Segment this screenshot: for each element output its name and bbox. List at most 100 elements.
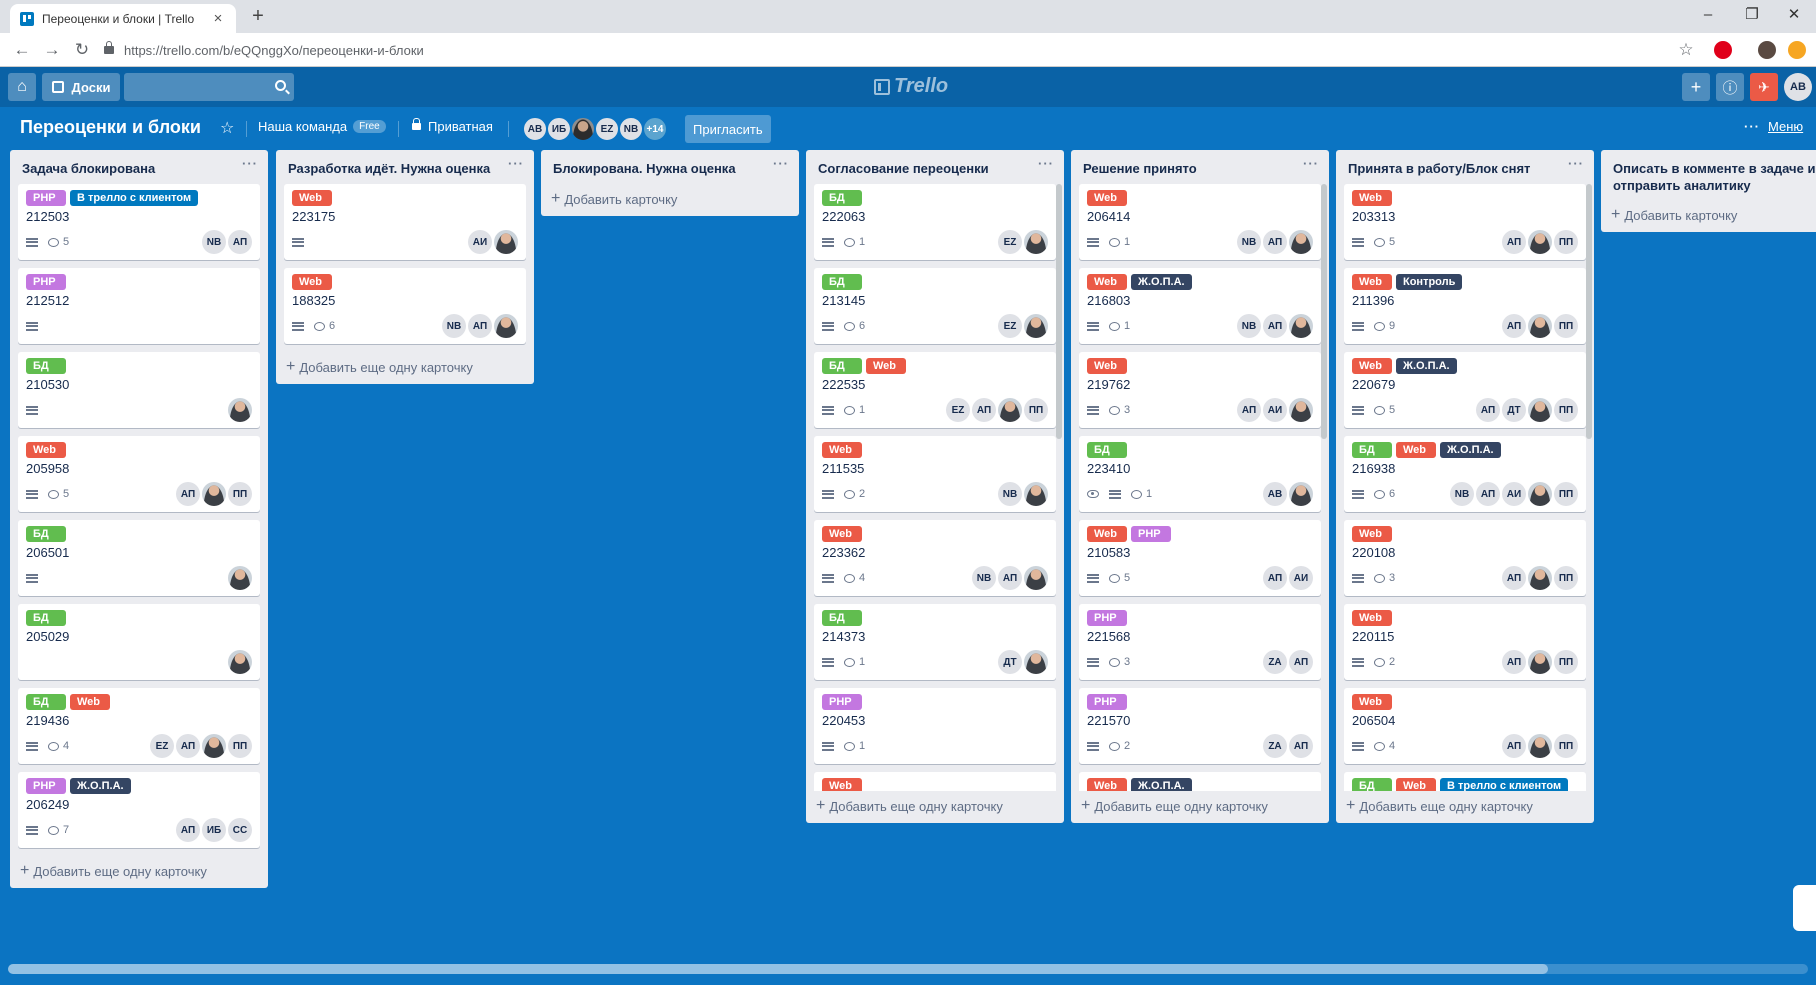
teamviewer-widget[interactable] [1793, 885, 1816, 931]
member-avatar[interactable]: АП [1237, 398, 1261, 422]
list-scrollbar[interactable] [1321, 184, 1327, 439]
member-avatar-photo[interactable] [1024, 650, 1048, 674]
member-avatar-photo[interactable] [1024, 314, 1048, 338]
member-avatar-photo[interactable] [1528, 650, 1552, 674]
card[interactable]: Web 205958 5 АП ПП [18, 436, 260, 512]
card[interactable]: Web2115317АПАИ [814, 772, 1056, 791]
restore-button[interactable]: ❐ [1730, 2, 1774, 28]
board-scrollbar[interactable] [8, 964, 1808, 974]
card[interactable]: Web 223175 АИ [284, 184, 526, 260]
member-avatar[interactable]: ПП [1554, 482, 1578, 506]
member-avatar-photo[interactable] [1289, 230, 1313, 254]
scrollbar-thumb[interactable] [8, 964, 1548, 974]
member-avatar[interactable]: АП [1502, 314, 1526, 338]
card[interactable]: PHP Ж.О.П.А. 206249 7 АП ИБ СС [18, 772, 260, 848]
member-avatar[interactable]: ZA [1263, 734, 1287, 758]
member-avatar[interactable]: АП [1476, 482, 1500, 506]
member-avatar[interactable]: АП [1263, 566, 1287, 590]
member-avatar[interactable]: AB [522, 116, 548, 142]
card[interactable]: Web 219762 3 АП АИ [1079, 352, 1321, 428]
member-avatar[interactable]: АП [1289, 650, 1313, 674]
member-avatar[interactable]: NB [618, 116, 644, 142]
member-avatar-photo[interactable] [494, 314, 518, 338]
list-title[interactable]: Решение принято [1071, 150, 1329, 184]
member-avatar[interactable]: АП [468, 314, 492, 338]
member-avatar-photo[interactable] [1024, 566, 1048, 590]
member-avatar-photo[interactable] [1289, 482, 1313, 506]
card[interactable]: БД 214373 1 ДТ [814, 604, 1056, 680]
board-title[interactable]: Переоценки и блоки [20, 117, 201, 138]
member-avatar[interactable]: АП [972, 398, 996, 422]
member-avatar[interactable]: NB [1237, 230, 1261, 254]
card[interactable]: Web 206504 4 АП ПП [1344, 688, 1586, 764]
member-avatar[interactable]: ПП [1554, 566, 1578, 590]
new-tab-button[interactable]: + [246, 4, 270, 28]
list-title[interactable]: Принята в работу/Блок снят [1336, 150, 1594, 184]
add-card-button[interactable]: + Добавить еще одну карточку [1336, 791, 1594, 823]
card[interactable]: Web 203313 5 АП ПП [1344, 184, 1586, 260]
reload-icon[interactable]: ↻ [70, 38, 94, 62]
card[interactable]: Web 211535 2 NB [814, 436, 1056, 512]
add-card-button[interactable]: + Добавить еще одну карточку [1071, 791, 1329, 823]
list[interactable]: Задача блокирована ··· PHP В трелло с клиен… [10, 150, 268, 888]
member-avatar[interactable]: АИ [1263, 398, 1287, 422]
card[interactable]: БД 213145 6 EZ [814, 268, 1056, 344]
card[interactable]: PHP 221568 3 ZA АП [1079, 604, 1321, 680]
member-avatar-photo[interactable] [202, 734, 226, 758]
card[interactable]: Web 206414 1 NB АП [1079, 184, 1321, 260]
card[interactable]: БДWebВ трелло с клиентом1595004АПППРХ [1344, 772, 1586, 791]
add-card-button[interactable]: + Добавить еще одну карточку [276, 352, 534, 384]
close-window-button[interactable]: ✕ [1772, 2, 1816, 28]
member-avatar[interactable]: АП [1502, 566, 1526, 590]
member-avatar[interactable]: АП [1502, 230, 1526, 254]
member-avatar[interactable]: АП [1289, 734, 1313, 758]
member-avatar[interactable]: NB [1450, 482, 1474, 506]
list-scrollbar[interactable] [1586, 184, 1592, 439]
home-icon[interactable]: ⌂ [8, 73, 36, 101]
back-arrow-icon[interactable]: ← [10, 38, 34, 62]
list-menu-icon[interactable]: ··· [773, 156, 789, 171]
list-title[interactable]: Блокирована. Нужна оценка [541, 150, 799, 184]
member-avatar[interactable]: АП [1263, 314, 1287, 338]
member-avatar[interactable]: ПП [1024, 398, 1048, 422]
card[interactable]: БД 205029 [18, 604, 260, 680]
invite-button[interactable]: Пригласить [685, 115, 771, 143]
member-avatar-photo[interactable] [1528, 734, 1552, 758]
card[interactable]: Web Ж.О.П.А. 216803 1 NB АП [1079, 268, 1321, 344]
card[interactable]: Web 220115 2 АП ПП [1344, 604, 1586, 680]
member-avatar[interactable]: NB [972, 566, 996, 590]
member-avatar[interactable]: ДТ [1502, 398, 1526, 422]
minimize-button[interactable]: – [1686, 2, 1730, 28]
member-avatar-photo[interactable] [228, 398, 252, 422]
card[interactable]: Web Ж.О.П.А. 220679 5 АП ДТ ПП [1344, 352, 1586, 428]
member-avatar-photo[interactable] [494, 230, 518, 254]
member-avatar[interactable]: АИ [1502, 482, 1526, 506]
member-avatar[interactable]: АП [228, 230, 252, 254]
user-avatar[interactable]: AB [1784, 73, 1812, 101]
member-avatar[interactable]: NB [442, 314, 466, 338]
member-avatar[interactable]: EZ [594, 116, 620, 142]
card[interactable]: Web 188325 6 NB АП [284, 268, 526, 344]
list[interactable]: Согласование переоценки ··· БД 222063 1 EZ БД 2… [806, 150, 1064, 823]
member-avatar[interactable]: ИБ [546, 116, 572, 142]
profile-avatar-icon[interactable] [1758, 41, 1776, 59]
member-avatar-photo[interactable] [1528, 482, 1552, 506]
member-avatar[interactable]: ПП [228, 482, 252, 506]
card[interactable]: Web Контроль 211396 9 АП ПП [1344, 268, 1586, 344]
member-avatar-photo[interactable] [202, 482, 226, 506]
card[interactable]: WebЖ.О.П.А.2141294ЕК [1079, 772, 1321, 791]
member-avatar[interactable]: EZ [998, 314, 1022, 338]
more-members-badge[interactable]: +14 [642, 116, 668, 142]
member-avatar[interactable]: ПП [1554, 314, 1578, 338]
boards-button[interactable]: Доски [42, 73, 120, 101]
member-avatar[interactable]: ПП [1554, 398, 1578, 422]
browser-tab[interactable]: Переоценки и блоки | Trello × [10, 4, 236, 33]
url-field[interactable]: https://trello.com/b/eQQnggXo/переоценки… [104, 37, 1664, 63]
add-card-button[interactable]: + Добавить еще одну карточку [10, 856, 268, 888]
add-card-button[interactable]: + Добавить карточку [1601, 200, 1816, 232]
search-input[interactable] [124, 73, 294, 101]
member-avatar[interactable]: ДТ [998, 650, 1022, 674]
member-avatar[interactable]: АП [1263, 230, 1287, 254]
member-avatar[interactable]: NB [1237, 314, 1261, 338]
member-avatar-photo[interactable] [1528, 566, 1552, 590]
